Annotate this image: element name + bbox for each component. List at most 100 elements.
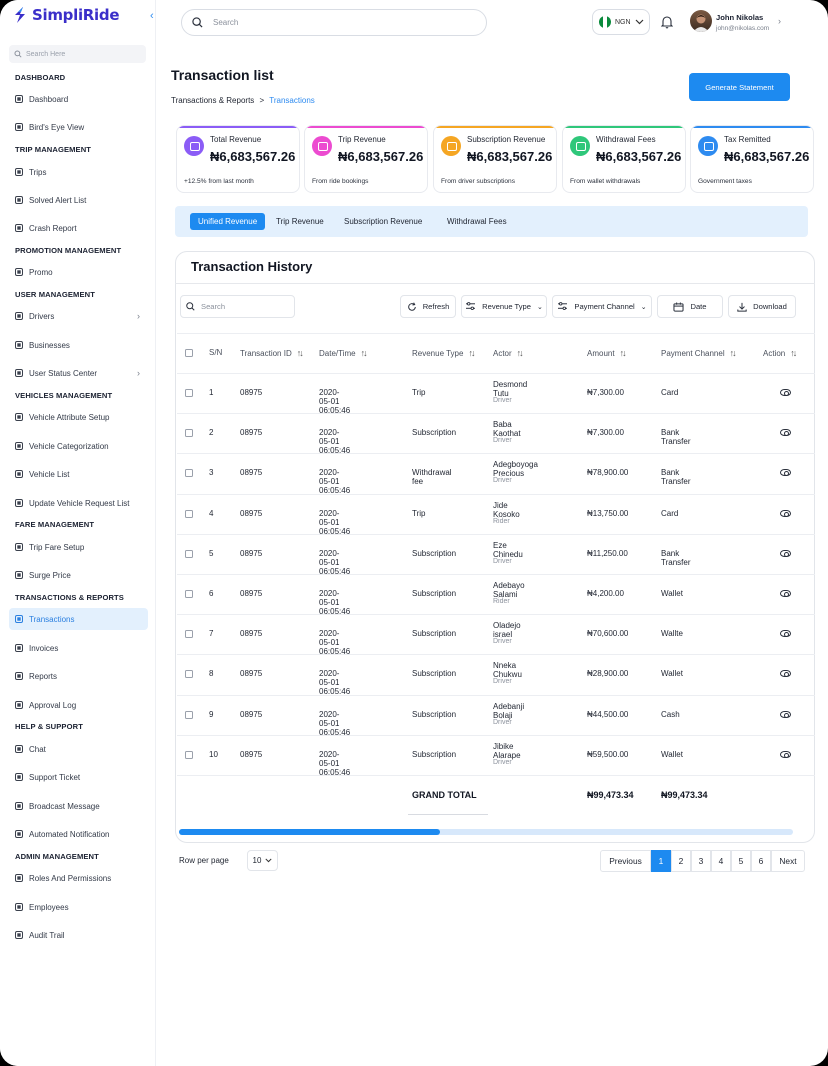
sidebar-item-user-status-center[interactable]: User Status Center › bbox=[9, 362, 148, 384]
breadcrumb-parent[interactable]: Transactions & Reports bbox=[171, 96, 254, 105]
rows-per-page-select[interactable]: 10 bbox=[247, 850, 278, 871]
sidebar-item-trip-fare-setup[interactable]: Trip Fare Setup bbox=[9, 536, 148, 558]
brand-logo[interactable]: SimpliRide bbox=[12, 6, 120, 24]
col-header-transaction-id[interactable]: Transaction ID ↑↓ bbox=[240, 348, 304, 358]
sidebar-item-broadcast-message[interactable]: Broadcast Message bbox=[9, 795, 148, 817]
chevron-right-icon[interactable]: › bbox=[137, 311, 140, 321]
avatar[interactable] bbox=[690, 10, 712, 32]
revenue-type-cell: Subscription bbox=[412, 710, 457, 719]
sidebar-item-promo[interactable]: Promo bbox=[9, 261, 148, 283]
sidebar-item-approval-log[interactable]: Approval Log bbox=[9, 694, 148, 716]
sidebar-item-trips[interactable]: Trips bbox=[9, 161, 148, 183]
chevron-right-icon[interactable]: › bbox=[137, 368, 140, 378]
sidebar-item-automated-notification[interactable]: Automated Notification bbox=[9, 823, 148, 845]
payment-channel-filter[interactable]: Payment Channel ⌄ bbox=[552, 295, 652, 318]
tab-withdrawal-fees[interactable]: Withdrawal Fees bbox=[447, 213, 507, 230]
sidebar-item-crash-report[interactable]: Crash Report bbox=[9, 217, 148, 239]
row-checkbox[interactable] bbox=[185, 670, 193, 678]
view-eye-icon[interactable] bbox=[780, 751, 791, 758]
refresh-button[interactable]: Refresh bbox=[400, 295, 456, 318]
alert-icon bbox=[15, 224, 23, 232]
select-all-checkbox[interactable] bbox=[185, 349, 193, 357]
row-checkbox[interactable] bbox=[185, 389, 193, 397]
user-name[interactable]: John Nikolas bbox=[716, 13, 763, 22]
audit-icon bbox=[15, 931, 23, 939]
view-eye-icon[interactable] bbox=[780, 630, 791, 637]
view-eye-icon[interactable] bbox=[780, 469, 791, 476]
amount-cell: ₦59,500.00 bbox=[587, 750, 629, 759]
row-checkbox[interactable] bbox=[185, 550, 193, 558]
sidebar-item-label: User Status Center bbox=[29, 368, 98, 378]
sidebar-item-invoices[interactable]: Invoices bbox=[9, 637, 148, 659]
chevron-right-icon[interactable]: › bbox=[778, 16, 781, 26]
col-header-date-time[interactable]: Date/Time ↑↓ bbox=[319, 348, 368, 358]
col-header-amount[interactable]: Amount ↑↓ bbox=[587, 348, 627, 358]
row-checkbox[interactable] bbox=[185, 751, 193, 759]
page-3-button[interactable]: 3 bbox=[691, 850, 711, 872]
sidebar-item-transactions[interactable]: Transactions bbox=[9, 608, 148, 630]
sidebar-item-vehicle-categorization[interactable]: Vehicle Categorization bbox=[9, 435, 148, 457]
row-checkbox[interactable] bbox=[185, 510, 193, 518]
page-6-button[interactable]: 6 bbox=[751, 850, 771, 872]
sidebar-item-label: Businesses bbox=[29, 340, 70, 350]
view-eye-icon[interactable] bbox=[780, 711, 791, 718]
row-checkbox[interactable] bbox=[185, 711, 193, 719]
revenue-type-filter[interactable]: Revenue Type ⌄ bbox=[461, 295, 547, 318]
view-eye-icon[interactable] bbox=[780, 670, 791, 677]
tab-unified-revenue[interactable]: Unified Revenue bbox=[190, 213, 266, 230]
generate-statement-button[interactable]: Generate Statement bbox=[689, 73, 790, 101]
view-eye-icon[interactable] bbox=[780, 550, 791, 557]
row-checkbox[interactable] bbox=[185, 429, 193, 437]
bell-icon[interactable] bbox=[661, 15, 673, 29]
page-4-button[interactable]: 4 bbox=[711, 850, 731, 872]
row-checkbox[interactable] bbox=[185, 590, 193, 598]
sidebar-item-solved-alert-list[interactable]: Solved Alert List bbox=[9, 189, 148, 211]
date-filter-button[interactable]: Date bbox=[657, 295, 723, 318]
row-checkbox[interactable] bbox=[185, 630, 193, 638]
collapse-sidebar-icon[interactable]: ‹ bbox=[150, 10, 154, 22]
page-5-button[interactable]: 5 bbox=[731, 850, 751, 872]
scrollbar-thumb[interactable] bbox=[179, 829, 440, 835]
grand-total-channel: ₦99,473.34 bbox=[661, 790, 708, 800]
sidebar-item-vehicle-list[interactable]: Vehicle List bbox=[9, 463, 148, 485]
tab-trip-revenue[interactable]: Trip Revenue bbox=[276, 213, 324, 230]
sidebar-item-dashboard[interactable]: Dashboard bbox=[9, 88, 148, 110]
car-icon bbox=[15, 413, 23, 421]
download-button[interactable]: Download bbox=[728, 295, 796, 318]
previous-page-button[interactable]: Previous bbox=[600, 850, 651, 872]
table-search-input[interactable]: Search bbox=[180, 295, 295, 318]
brand-name: SimpliRide bbox=[32, 6, 120, 24]
sidebar-item-roles-and-permissions[interactable]: Roles And Permissions bbox=[9, 867, 148, 889]
horizontal-scrollbar[interactable] bbox=[179, 829, 793, 835]
payment-channel-cell: Bank Transfer bbox=[661, 428, 691, 446]
sidebar-search-input[interactable]: Search Here bbox=[9, 45, 146, 63]
sidebar-item-surge-price[interactable]: Surge Price bbox=[9, 564, 148, 586]
tab-subscription-revenue[interactable]: Subscription Revenue bbox=[344, 213, 422, 230]
view-eye-icon[interactable] bbox=[780, 429, 791, 436]
view-eye-icon[interactable] bbox=[780, 510, 791, 517]
logo-icon bbox=[15, 7, 25, 23]
sidebar-item-chat[interactable]: Chat bbox=[9, 738, 148, 760]
currency-select[interactable]: NGN bbox=[592, 9, 650, 35]
col-header-actor[interactable]: Actor ↑↓ bbox=[493, 348, 524, 358]
sidebar-item-reports[interactable]: Reports bbox=[9, 665, 148, 687]
col-header-revenue-type[interactable]: Revenue Type ↑↓ bbox=[412, 348, 475, 358]
sidebar-item-drivers[interactable]: Drivers › bbox=[9, 305, 148, 327]
global-search-input[interactable]: Search bbox=[181, 9, 487, 36]
sidebar-item-audit-trail[interactable]: Audit Trail bbox=[9, 924, 148, 946]
sidebar-item-bird-s-eye-view[interactable]: Bird's Eye View bbox=[9, 116, 148, 138]
page-1-button[interactable]: 1 bbox=[651, 850, 671, 872]
sidebar-item-employees[interactable]: Employees bbox=[9, 896, 148, 918]
page-2-button[interactable]: 2 bbox=[671, 850, 691, 872]
view-eye-icon[interactable] bbox=[780, 590, 791, 597]
view-eye-icon[interactable] bbox=[780, 389, 791, 396]
col-header-payment-channel[interactable]: Payment Channel ↑↓ bbox=[661, 348, 737, 358]
sidebar-item-update-vehicle-request-list[interactable]: Update Vehicle Request List bbox=[9, 492, 148, 514]
row-checkbox[interactable] bbox=[185, 469, 193, 477]
sidebar-item-support-ticket[interactable]: Support Ticket bbox=[9, 766, 148, 788]
sidebar-item-businesses[interactable]: Businesses bbox=[9, 334, 148, 356]
next-page-button[interactable]: Next bbox=[771, 850, 805, 872]
col-header-action[interactable]: Action ↑↓ bbox=[763, 348, 797, 358]
date-time-cell: 2020-05-01 06:05:46 bbox=[319, 388, 351, 415]
sidebar-item-vehicle-attribute-setup[interactable]: Vehicle Attribute Setup bbox=[9, 406, 148, 428]
